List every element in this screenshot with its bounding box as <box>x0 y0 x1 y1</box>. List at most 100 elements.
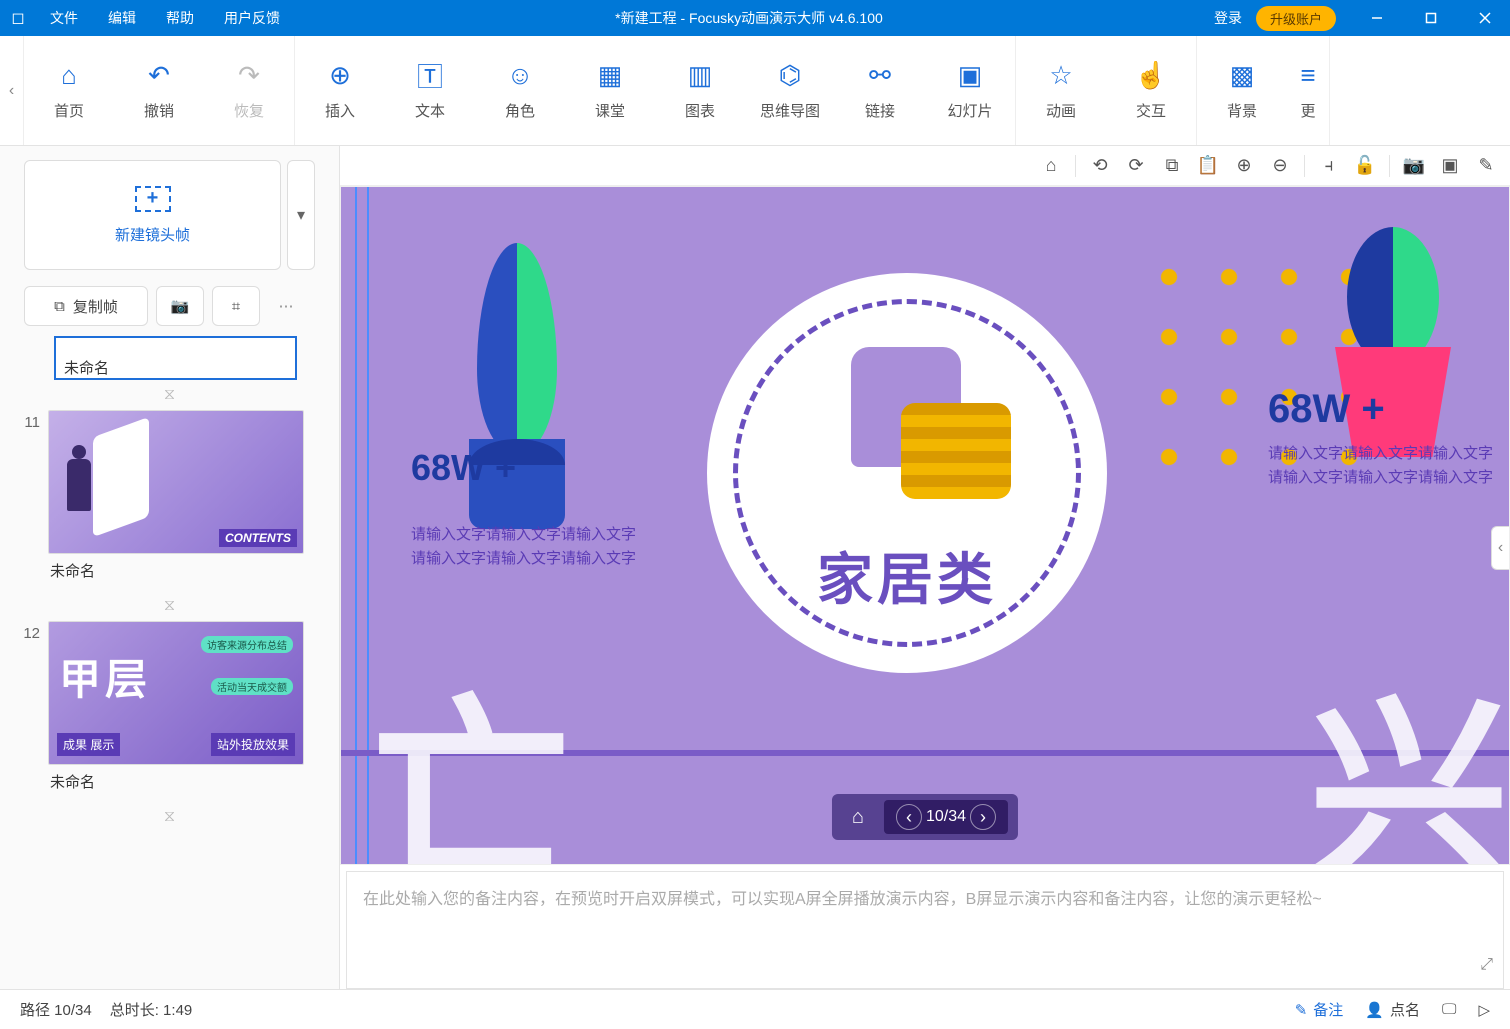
thumb-preview: 甲层 成果 展示 站外投放效果 访客来源分布总结 活动当天成交额 <box>48 621 304 765</box>
interact-button[interactable]: ☝交互 <box>1106 36 1196 145</box>
chart-button[interactable]: ▥图表 <box>655 36 745 145</box>
window-title: *新建工程 - Focusky动画演示大师 v4.6.100 <box>294 8 1204 28</box>
undo-button[interactable]: ↶撤销 <box>114 36 204 145</box>
copy-frame-button[interactable]: ⧉复制帧 <box>24 286 148 326</box>
canvas[interactable]: 家居类 68W + 请输入文字请输入文字请输入文字请输入文字请输入文字请输入文字… <box>340 186 1510 865</box>
layer-icon[interactable]: ▣ <box>1432 150 1468 182</box>
nav-position: 10/34 <box>926 808 966 826</box>
star-icon: ☆ <box>1049 60 1072 90</box>
menu-feedback[interactable]: 用户反馈 <box>210 2 294 34</box>
menu-help[interactable]: 帮助 <box>152 2 208 34</box>
play-icon: ▷ <box>1478 1001 1490 1019</box>
nav-prev-icon[interactable]: ‹ <box>896 804 922 830</box>
present-button[interactable]: ▷ <box>1478 1001 1490 1019</box>
stat-left[interactable]: 68W + 请输入文字请输入文字请输入文字请输入文字请输入文字请输入文字 <box>411 447 636 571</box>
plus-circle-icon: ⊕ <box>329 60 351 90</box>
mindmap-icon: ⌬ <box>779 60 802 90</box>
notes-placeholder: 在此处输入您的备注内容，在预览时开启双屏模式，可以实现A屏全屏播放演示内容，B屏… <box>363 891 1322 908</box>
edit-icon[interactable]: ✎ <box>1468 150 1504 182</box>
notes-toggle[interactable]: ✎备注 <box>1295 999 1344 1020</box>
new-frame-button[interactable]: + 新建镜头帧 <box>24 160 281 270</box>
canvas-toolbar: ⌂ ⟲ ⟳ ⧉ 📋 ⊕ ⊖ ⫞ 🔓 📷 ▣ ✎ <box>340 146 1510 186</box>
thumb-number: 11 <box>14 410 40 587</box>
statusbar: 路径 10/34 总时长: 1:49 ✎备注 👤点名 🖵 ▷ <box>0 989 1510 1029</box>
decor-char: 兴 <box>1309 630 1510 865</box>
center-title[interactable]: 家居类 <box>707 535 1107 616</box>
maximize-button[interactable] <box>1406 0 1456 36</box>
more-icon: ≡ <box>1300 60 1315 90</box>
paste-icon[interactable]: 📋 <box>1190 150 1226 182</box>
lock-icon[interactable]: 🔓 <box>1347 150 1383 182</box>
note-icon: ✎ <box>1295 1001 1308 1019</box>
snapshot-icon[interactable]: 📷 <box>1396 150 1432 182</box>
background-icon: ▩ <box>1230 60 1255 90</box>
scan-button[interactable]: ⌗ <box>212 286 260 326</box>
home-icon: ⌂ <box>61 60 77 90</box>
minimize-button[interactable] <box>1352 0 1402 36</box>
main-area: + 新建镜头帧 ▾ ⧉复制帧 📷 ⌗ ⋯ 未命名 ⧖ 11 CONTENTS <box>0 146 1510 989</box>
anim-button[interactable]: ☆动画 <box>1016 36 1106 145</box>
right-panel-toggle[interactable]: ‹ <box>1491 526 1509 570</box>
align-icon[interactable]: ⫞ <box>1311 150 1347 182</box>
slide-icon: ▣ <box>958 60 983 90</box>
link-button[interactable]: ⚯链接 <box>835 36 925 145</box>
close-button[interactable] <box>1460 0 1510 36</box>
app-logo-icon: ◻ <box>0 8 36 28</box>
class-button[interactable]: ▦课堂 <box>565 36 655 145</box>
mindmap-button[interactable]: ⌬思维导图 <box>745 36 835 145</box>
undo-icon: ↶ <box>148 60 170 90</box>
stat-right[interactable]: 68W + 请输入文字请输入文字请输入文字请输入文字请输入文字请输入文字 <box>1268 387 1493 490</box>
menu-file[interactable]: 文件 <box>36 2 92 34</box>
upgrade-button[interactable]: 升级账户 <box>1256 6 1336 31</box>
rotate-left-icon[interactable]: ⟲ <box>1082 150 1118 182</box>
text-button[interactable]: 🅃文本 <box>385 36 475 145</box>
tween-icon[interactable]: ⧖ <box>14 802 325 832</box>
thumb-number: 12 <box>14 621 40 798</box>
guide-line[interactable] <box>367 187 369 864</box>
tween-icon[interactable]: ⧖ <box>14 380 325 410</box>
sidebar: + 新建镜头帧 ▾ ⧉复制帧 📷 ⌗ ⋯ 未命名 ⧖ 11 CONTENTS <box>0 146 340 989</box>
zoom-out-icon[interactable]: ⊖ <box>1262 150 1298 182</box>
zoom-in-icon[interactable]: ⊕ <box>1226 150 1262 182</box>
sidebar-more-button[interactable]: ⋯ <box>268 286 304 326</box>
status-path: 路径 10/34 <box>20 999 92 1020</box>
person-icon: ☺ <box>507 60 534 90</box>
thumbnail-12[interactable]: 12 甲层 成果 展示 站外投放效果 访客来源分布总结 活动当天成交额 未命名 <box>14 621 325 798</box>
guide-line[interactable] <box>355 187 357 864</box>
plus-icon: + <box>135 186 171 212</box>
notes-area[interactable]: 在此处输入您的备注内容，在预览时开启双屏模式，可以实现A屏全屏播放演示内容，B屏… <box>346 871 1504 989</box>
status-duration: 总时长: 1:49 <box>110 999 193 1020</box>
menu-edit[interactable]: 编辑 <box>94 2 150 34</box>
copy-icon[interactable]: ⧉ <box>1154 150 1190 182</box>
rotate-right-icon[interactable]: ⟳ <box>1118 150 1154 182</box>
home-button[interactable]: ⌂首页 <box>24 36 114 145</box>
canvas-home-icon[interactable]: ⌂ <box>1033 150 1069 182</box>
login-button[interactable]: 登录 <box>1204 4 1252 32</box>
redo-button[interactable]: ↷恢复 <box>204 36 294 145</box>
nav-next-icon[interactable]: › <box>970 804 996 830</box>
rollcall-button[interactable]: 👤点名 <box>1365 999 1420 1020</box>
bg-button[interactable]: ▩背景 <box>1197 36 1287 145</box>
thumbnail-list[interactable]: 未命名 ⧖ 11 CONTENTS 未命名 ⧖ 12 甲层 <box>0 336 339 981</box>
canvas-area: ⌂ ⟲ ⟳ ⧉ 📋 ⊕ ⊖ ⫞ 🔓 📷 ▣ ✎ 家居类 <box>340 146 1510 989</box>
selected-thumb-name[interactable]: 未命名 <box>54 336 297 380</box>
camera-button[interactable]: 📷 <box>156 286 204 326</box>
role-button[interactable]: ☺角色 <box>475 36 565 145</box>
thumbnail-11[interactable]: 11 CONTENTS 未命名 <box>14 410 325 587</box>
tween-icon[interactable]: ⧖ <box>14 591 325 621</box>
slide-button[interactable]: ▣幻灯片 <box>925 36 1015 145</box>
expand-icon[interactable]: ⤢ <box>1480 951 1493 978</box>
more-button[interactable]: ≡更 <box>1287 36 1329 145</box>
menu-bar: 文件 编辑 帮助 用户反馈 <box>36 2 294 34</box>
insert-button[interactable]: ⊕插入 <box>295 36 385 145</box>
scan-icon: ⌗ <box>232 298 240 315</box>
pillow-icon <box>901 403 1011 499</box>
new-frame-dropdown[interactable]: ▾ <box>287 160 315 270</box>
thumb-name: 未命名 <box>48 765 304 798</box>
center-circle[interactable]: 家居类 <box>707 273 1107 673</box>
display-button[interactable]: 🖵 <box>1442 1001 1456 1018</box>
nav-home-icon[interactable]: ⌂ <box>842 801 874 833</box>
toolbar-scroll-left[interactable]: ‹ <box>0 36 24 145</box>
copy-icon: ⧉ <box>54 298 65 315</box>
board-icon: ▦ <box>598 60 623 90</box>
